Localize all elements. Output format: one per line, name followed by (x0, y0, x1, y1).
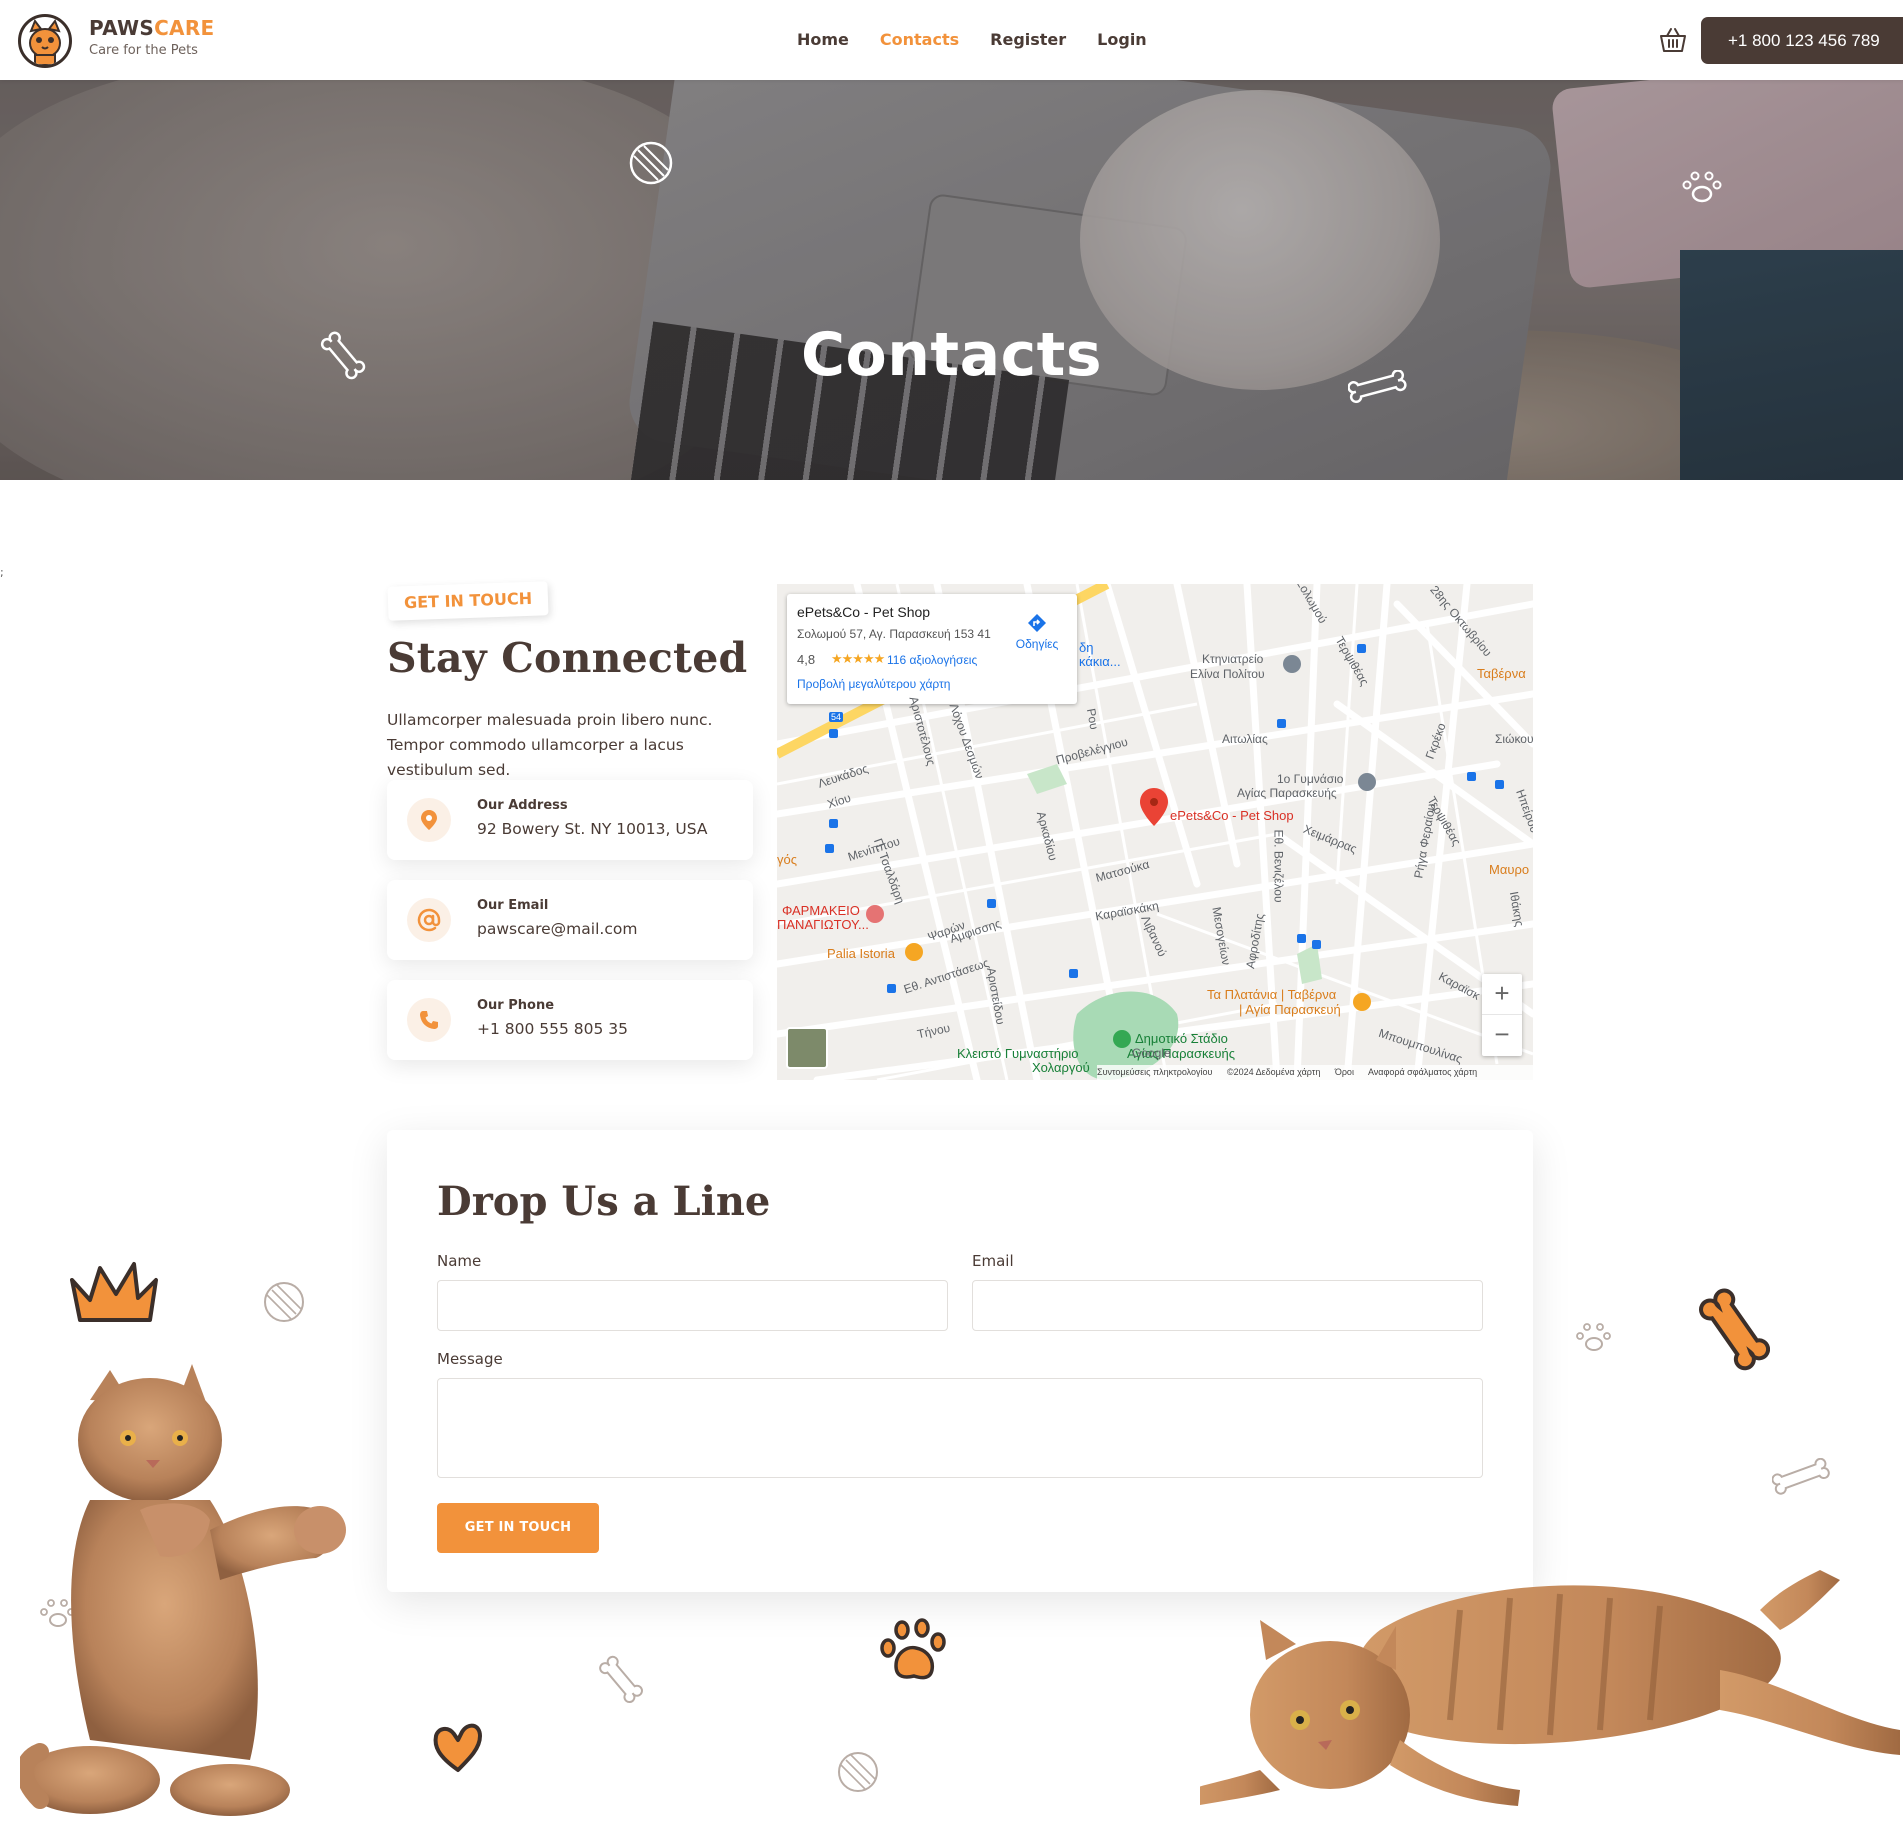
map-label: 54 (829, 712, 844, 722)
main-nav: Home Contacts Register Login (797, 30, 1147, 49)
map-label: Αγίας Παρασκευής (1237, 786, 1337, 800)
map-rating: 4,8 (797, 652, 816, 667)
address-label: Our Address (477, 798, 568, 813)
page-title: Contacts (800, 320, 1103, 390)
map-zoom-in-button[interactable]: + (1482, 974, 1522, 1015)
form-title: Drop Us a Line (437, 1178, 771, 1225)
stray-text: ; (0, 566, 4, 579)
map-label: Ταβέρνα (1477, 666, 1526, 681)
paw-print-icon-2 (1576, 1323, 1611, 1351)
nav-item-register[interactable]: Register (990, 30, 1066, 49)
header-phone-button[interactable]: +1 800 123 456 789 (1701, 17, 1903, 64)
map-reviews-link[interactable]: 116 αξιολογήσεις (887, 653, 977, 667)
address-card: Our Address 92 Bowery St. NY 10013, USA (387, 780, 753, 860)
paw-print-icon (1682, 171, 1722, 203)
nav-item-login[interactable]: Login (1097, 30, 1147, 49)
directions-icon (1028, 614, 1046, 632)
map-terms-link[interactable]: Όροι (1335, 1067, 1354, 1077)
map-label: ΠΑΝΑΓΙΩΤΟΥ... (777, 917, 869, 932)
map-shortcuts-link[interactable]: Συντομεύσεις πληκτρολογίου (1097, 1067, 1212, 1077)
map-label: Εθ. Βενιζέλου (1271, 829, 1286, 903)
sitting-cat-image (20, 1364, 346, 1816)
map-footer: Συντομεύσεις πληκτρολογίου ©2024 Δεδομέν… (1097, 1065, 1533, 1080)
phone-card: Our Phone +1 800 555 805 35 (387, 980, 753, 1060)
email-input[interactable] (972, 1280, 1483, 1331)
map-place-card: ePets&Co - Pet Shop Σολωμού 57, Αγ. Παρα… (787, 594, 1077, 704)
site-header: PAWSCARE Care for the Pets Home Contacts… (0, 0, 1903, 80)
map-label: Αιτωλίας (1222, 732, 1268, 746)
map-label: Palia Istoria (827, 946, 895, 961)
map-label: Χολαργού (1032, 1060, 1090, 1075)
brand-name[interactable]: PAWSCARE (89, 16, 215, 40)
brand-tagline: Care for the Pets (89, 43, 198, 58)
heart-sticker-icon (433, 1723, 482, 1772)
bone-icon-4 (599, 1655, 643, 1704)
map-label: κάκια... (1079, 654, 1121, 669)
lying-cat-image (1200, 1570, 1900, 1806)
address-value: 92 Bowery St. NY 10013, USA (477, 820, 708, 838)
map-directions-button[interactable]: Οδηγίες (1007, 612, 1067, 651)
map-label: Ελίνα Πολίτου (1190, 667, 1265, 681)
nav-item-home[interactable]: Home (797, 30, 849, 49)
message-textarea[interactable] (437, 1378, 1483, 1478)
logo-cat-icon[interactable] (18, 14, 72, 68)
basket-icon[interactable] (1658, 26, 1688, 54)
ball-icon (629, 141, 673, 185)
map-label: δη (1079, 640, 1094, 655)
map-marker-label[interactable]: ePets&Co - Pet Shop (1170, 808, 1294, 823)
map-directions-label: Οδηγίες (1015, 637, 1059, 651)
hero-overlay (0, 80, 1903, 480)
map-label: Κτηνιατρείο (1202, 652, 1264, 666)
map-label: ΦΑΡΜΑΚΕΙΟ (782, 903, 860, 918)
section-description: Ullamcorper malesuada proin libero nunc.… (387, 711, 713, 779)
google-logo: Google (1132, 1046, 1171, 1060)
get-in-touch-button[interactable]: GET IN TOUCH (437, 1503, 599, 1553)
contact-form: Drop Us a Line Name Email Message GET IN… (387, 1130, 1533, 1592)
location-pin-icon (407, 798, 451, 842)
header-phone-text: +1 800 123 456 789 (1728, 31, 1880, 50)
bone-icon-3 (1772, 1458, 1830, 1495)
page: PAWSCARE Care for the Pets Home Contacts… (0, 0, 1903, 1846)
map-label: γός (777, 852, 797, 867)
bone-sticker-icon (1699, 1288, 1770, 1371)
map-zoom-out-button[interactable]: − (1482, 1015, 1522, 1056)
email-card: Our Email pawscare@mail.com (387, 880, 753, 960)
google-map[interactable]: ePets&Co - Pet Shop Σολωμού 57, Αγ. Παρα… (777, 584, 1533, 1080)
map-label: Κλειστό Γυμναστήριο (957, 1046, 1079, 1061)
phone-value[interactable]: +1 800 555 805 35 (477, 1020, 628, 1038)
paw-sticker-icon (880, 1618, 946, 1680)
email-label: Our Email (477, 898, 549, 913)
ball-icon-2 (264, 1282, 304, 1322)
ball-icon-3 (838, 1752, 878, 1792)
map-label: 1ο Γυμνάσιο (1277, 772, 1344, 786)
brand-name-part2: CARE (154, 16, 215, 40)
map-label: Σιώκου (1495, 732, 1533, 746)
name-input[interactable] (437, 1280, 948, 1331)
phone-icon (407, 998, 451, 1042)
map-stars: ★★★★★ (831, 651, 885, 666)
section-title: Stay Connected (387, 634, 748, 682)
map-place-address: Σολωμού 57, Αγ. Παρασκευή 153 41 (797, 627, 991, 641)
at-sign-icon (407, 898, 451, 942)
map-label: Μαυρο (1489, 862, 1530, 877)
map-data-text: ©2024 Δεδομένα χάρτη (1226, 1067, 1321, 1077)
email-value[interactable]: pawscare@mail.com (477, 920, 637, 938)
nav-item-contacts[interactable]: Contacts (880, 30, 959, 49)
map-label: | Αγία Παρασκευή (1239, 1002, 1341, 1017)
map-label: Δημοτικό Στάδιο (1135, 1031, 1228, 1046)
brand-name-part1: PAWS (89, 16, 155, 40)
map-zoom-controls: + − (1482, 974, 1522, 1056)
name-label: Name (437, 1252, 482, 1270)
map-larger-link[interactable]: Προβολή μεγαλύτερου χάρτη (797, 677, 950, 691)
map-place-name: ePets&Co - Pet Shop (797, 604, 931, 620)
map-label: Τα Πλατάνια | Ταβέρνα (1207, 987, 1337, 1002)
hero-banner: Contacts (0, 80, 1903, 480)
phone-label: Our Phone (477, 998, 555, 1013)
get-in-touch-badge: GET IN TOUCH (387, 581, 549, 621)
crown-icon (66, 1258, 162, 1326)
message-label: Message (437, 1350, 503, 1368)
map-report-link[interactable]: Αναφορά σφάλματος χάρτη (1368, 1067, 1477, 1077)
email-label: Email (972, 1252, 1014, 1270)
